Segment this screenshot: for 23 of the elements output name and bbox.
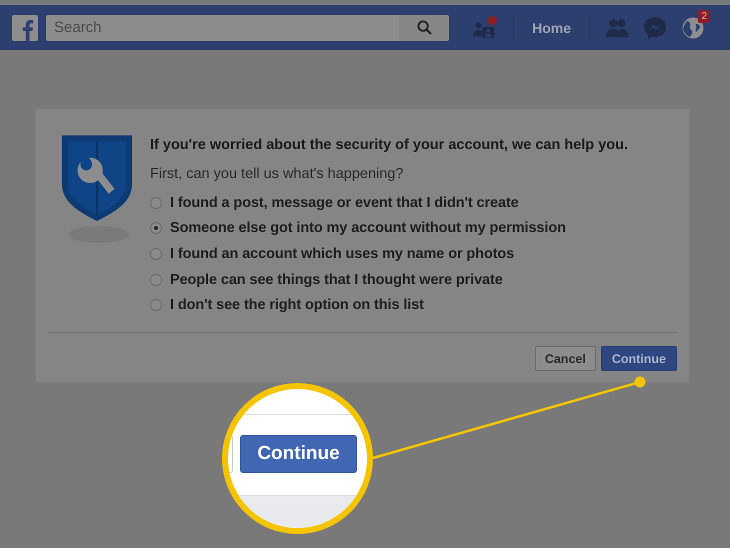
search-button[interactable]: [399, 14, 449, 40]
option-label[interactable]: Someone else got into my account without my permission: [170, 220, 566, 236]
radio-button[interactable]: [150, 248, 162, 260]
continue-button[interactable]: Continue: [600, 346, 677, 371]
radio-button[interactable]: [150, 299, 162, 312]
question-text: First, can you tell us what's happening?: [150, 166, 404, 182]
continue-button[interactable]: Continue: [240, 435, 357, 473]
logo-icon[interactable]: [12, 14, 38, 40]
option-label[interactable]: I found an account which uses my name or photos: [170, 246, 514, 262]
search-icon: [416, 20, 432, 35]
home-link[interactable]: Home: [532, 20, 571, 36]
messenger-icon[interactable]: [643, 16, 667, 40]
search-field[interactable]: Search: [46, 14, 399, 40]
option-label[interactable]: I don't see the right option on this list: [170, 297, 424, 314]
cancel-button[interactable]: Cancel: [534, 346, 596, 371]
option-label[interactable]: I found a post, message or event that I didn't create: [170, 194, 519, 211]
friend-request-icon[interactable]: [472, 16, 498, 40]
option-label[interactable]: People can see things that I thought were private: [170, 272, 503, 288]
notification-badge: 2: [698, 10, 710, 22]
radio-button[interactable]: [150, 196, 162, 209]
dialog-title: If you're worried about the security of your account, we can help you.: [150, 137, 628, 153]
radio-button[interactable]: [150, 222, 162, 234]
radio-button[interactable]: [150, 274, 162, 286]
